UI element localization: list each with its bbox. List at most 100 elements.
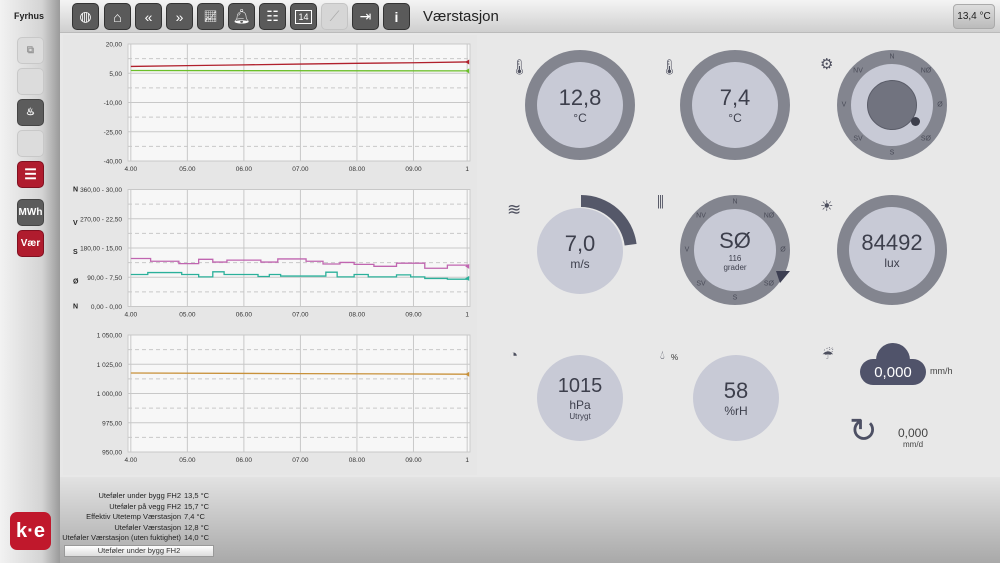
home-icon: ⌂ <box>113 8 122 25</box>
compass-label: SØ <box>920 135 931 143</box>
compass-label: V <box>841 101 847 109</box>
alarm-button[interactable]: 🔔︎ <box>228 3 255 30</box>
humidity-value: 58 <box>723 378 749 403</box>
y-tick-label: 180,00 - 15,00 <box>80 246 122 253</box>
x-tick-label: 06.00 <box>236 457 253 464</box>
daily-reset-icon: ↻ <box>849 412 878 450</box>
direction-label: N <box>73 187 78 194</box>
empty-button-2[interactable] <box>17 130 44 157</box>
y-tick-label: 0,00 - 0,00 <box>91 304 122 311</box>
temperature-gauge: 12,8 °C <box>525 50 635 160</box>
curve-icon: ⟋ <box>329 8 340 24</box>
pressure-status: Utrygt <box>569 412 591 421</box>
x-tick-label: 08.00 <box>349 166 366 173</box>
compass-label: Ø <box>780 246 786 254</box>
login-button[interactable]: ⇥ <box>352 3 379 30</box>
wind-direction-pointer <box>776 271 790 283</box>
bell-icon: 🔔︎ <box>232 8 251 24</box>
sensor-select[interactable]: Uteføler under bygg FH2 <box>64 545 214 557</box>
direction-label: V <box>73 220 78 227</box>
direction-label: Ø <box>73 278 79 285</box>
empty-button-1[interactable] <box>17 68 44 95</box>
x-tick-label: 4.00 <box>124 312 137 319</box>
y-tick-label: 1 000,00 <box>97 391 123 398</box>
x-tick-label: 09.00 <box>405 457 422 464</box>
y-tick-label: 975,00 <box>102 420 122 427</box>
compass-label: S <box>732 294 738 302</box>
globe-icon: ◍ <box>79 8 92 24</box>
forward-icon: » <box>175 8 184 25</box>
pressure-unit: hPa <box>569 398 591 412</box>
charts-panel: 20,00 5,00 -10,00 -25,00 -40,00 4.00 05.00 06.0… <box>63 35 477 475</box>
y-tick-label: 1 050,00 <box>97 333 123 340</box>
trend-button[interactable]: 📈︎ <box>197 3 224 30</box>
list-button[interactable]: ☰ <box>17 161 44 188</box>
daily-rain-unit: mm/d <box>903 440 924 449</box>
info-icon: i <box>394 8 399 25</box>
calendar-button[interactable]: 14 <box>290 3 317 30</box>
compass-label: Ø <box>937 101 943 109</box>
curve-button[interactable]: ⟋ <box>321 3 348 30</box>
earth-icon <box>867 80 917 130</box>
humidity-icon-label: % <box>671 353 679 362</box>
lux-gauge: 84492 lux <box>837 195 947 305</box>
x-tick-label: 06.00 <box>236 312 253 319</box>
rain-icon: ☔︎ <box>822 347 834 362</box>
windows-button[interactable]: ⧉ <box>17 37 44 64</box>
compass-label: N <box>732 198 738 206</box>
sun-icon <box>911 117 920 126</box>
calendar-list-icon: ☷ <box>266 8 279 24</box>
y-tick-label: 950,00 <box>102 450 122 457</box>
sun-position-gauge: N NØ Ø SØ S SV V NV <box>837 50 947 160</box>
y-tick-label: 270,00 - 22,50 <box>80 216 122 223</box>
windows-icon: ⧉ <box>26 45 35 56</box>
calendar-14-icon: 14 <box>295 9 312 24</box>
wind-speed-value: 7,0 <box>564 231 596 256</box>
humidity-drop-icon: 💧︎ <box>660 348 665 362</box>
pressure-value: 1015 <box>557 375 603 397</box>
wind-direction-gauge: SØ 116 grader N NØ Ø SØ S SV V NV <box>680 195 790 305</box>
compass-label: V <box>684 246 690 254</box>
info-button[interactable]: i <box>383 3 410 30</box>
x-tick-label: 05.00 <box>179 457 196 464</box>
y-tick-label: 5,00 <box>109 71 122 78</box>
daily-rain-value: 0,000 <box>898 426 929 440</box>
compass-label: S <box>889 149 895 157</box>
sensor-label: Uteføler Værstasjon <box>114 522 181 532</box>
chart-icon: 📈︎ <box>203 11 218 23</box>
globe-button[interactable]: ◍ <box>72 3 99 30</box>
daily-rain: 0,000 mm/d <box>898 426 928 449</box>
humidity-gauge: 58 %rH <box>693 355 779 441</box>
outdoor-temp-badge[interactable]: 13,4 °C <box>953 4 995 29</box>
x-tick-label: 1 <box>465 166 469 173</box>
weather-label: Vær <box>20 238 41 249</box>
x-tick-label: 08.00 <box>349 457 366 464</box>
weather-button[interactable]: Vær <box>17 230 44 257</box>
home-button[interactable]: ⌂ <box>104 3 131 30</box>
trend-charts: 20,005,00-10,00-25,00-40,004.00 05.00 06.0… <box>73 42 471 464</box>
sun-position-icon: ⚙︎ <box>820 56 834 73</box>
schedule-button[interactable]: ☷ <box>259 3 286 30</box>
compass-label: SV <box>696 280 706 288</box>
direction-label: S <box>73 249 78 256</box>
sensor-label: Effektiv Utetemp Værstasjon <box>86 512 181 521</box>
y-tick-label: -25,00 <box>104 129 123 136</box>
mwh-button[interactable]: MWh <box>17 199 44 226</box>
x-tick-label: 05.00 <box>179 166 196 173</box>
heat-icon: ♨ <box>26 107 35 118</box>
compass-label: NØ <box>920 67 932 75</box>
y-tick-label: 1 025,00 <box>97 362 123 369</box>
heating-button[interactable]: ♨ <box>17 99 44 126</box>
x-tick-label: 07.00 <box>292 166 309 173</box>
toolbar: ◍ ⌂ « » 📈︎ 🔔︎ ☷ 14 ⟋ ⇥ i Værstasjon 13,4… <box>60 0 1000 33</box>
sidebar: Fyrhus ⧉ ♨ ☰ MWh Vær k·e <box>0 0 60 563</box>
x-tick-label: 1 <box>465 457 469 464</box>
sensor-label: Uteføler på vegg FH2 <box>109 501 181 511</box>
compass-label: SØ <box>763 280 774 288</box>
compass-label: N <box>889 53 895 61</box>
x-tick-label: 09.00 <box>405 166 422 173</box>
back-button[interactable]: « <box>135 3 162 30</box>
y-tick-label: -10,00 <box>104 100 123 107</box>
barometer-icon: ◔ <box>509 347 519 364</box>
forward-button[interactable]: » <box>166 3 193 30</box>
